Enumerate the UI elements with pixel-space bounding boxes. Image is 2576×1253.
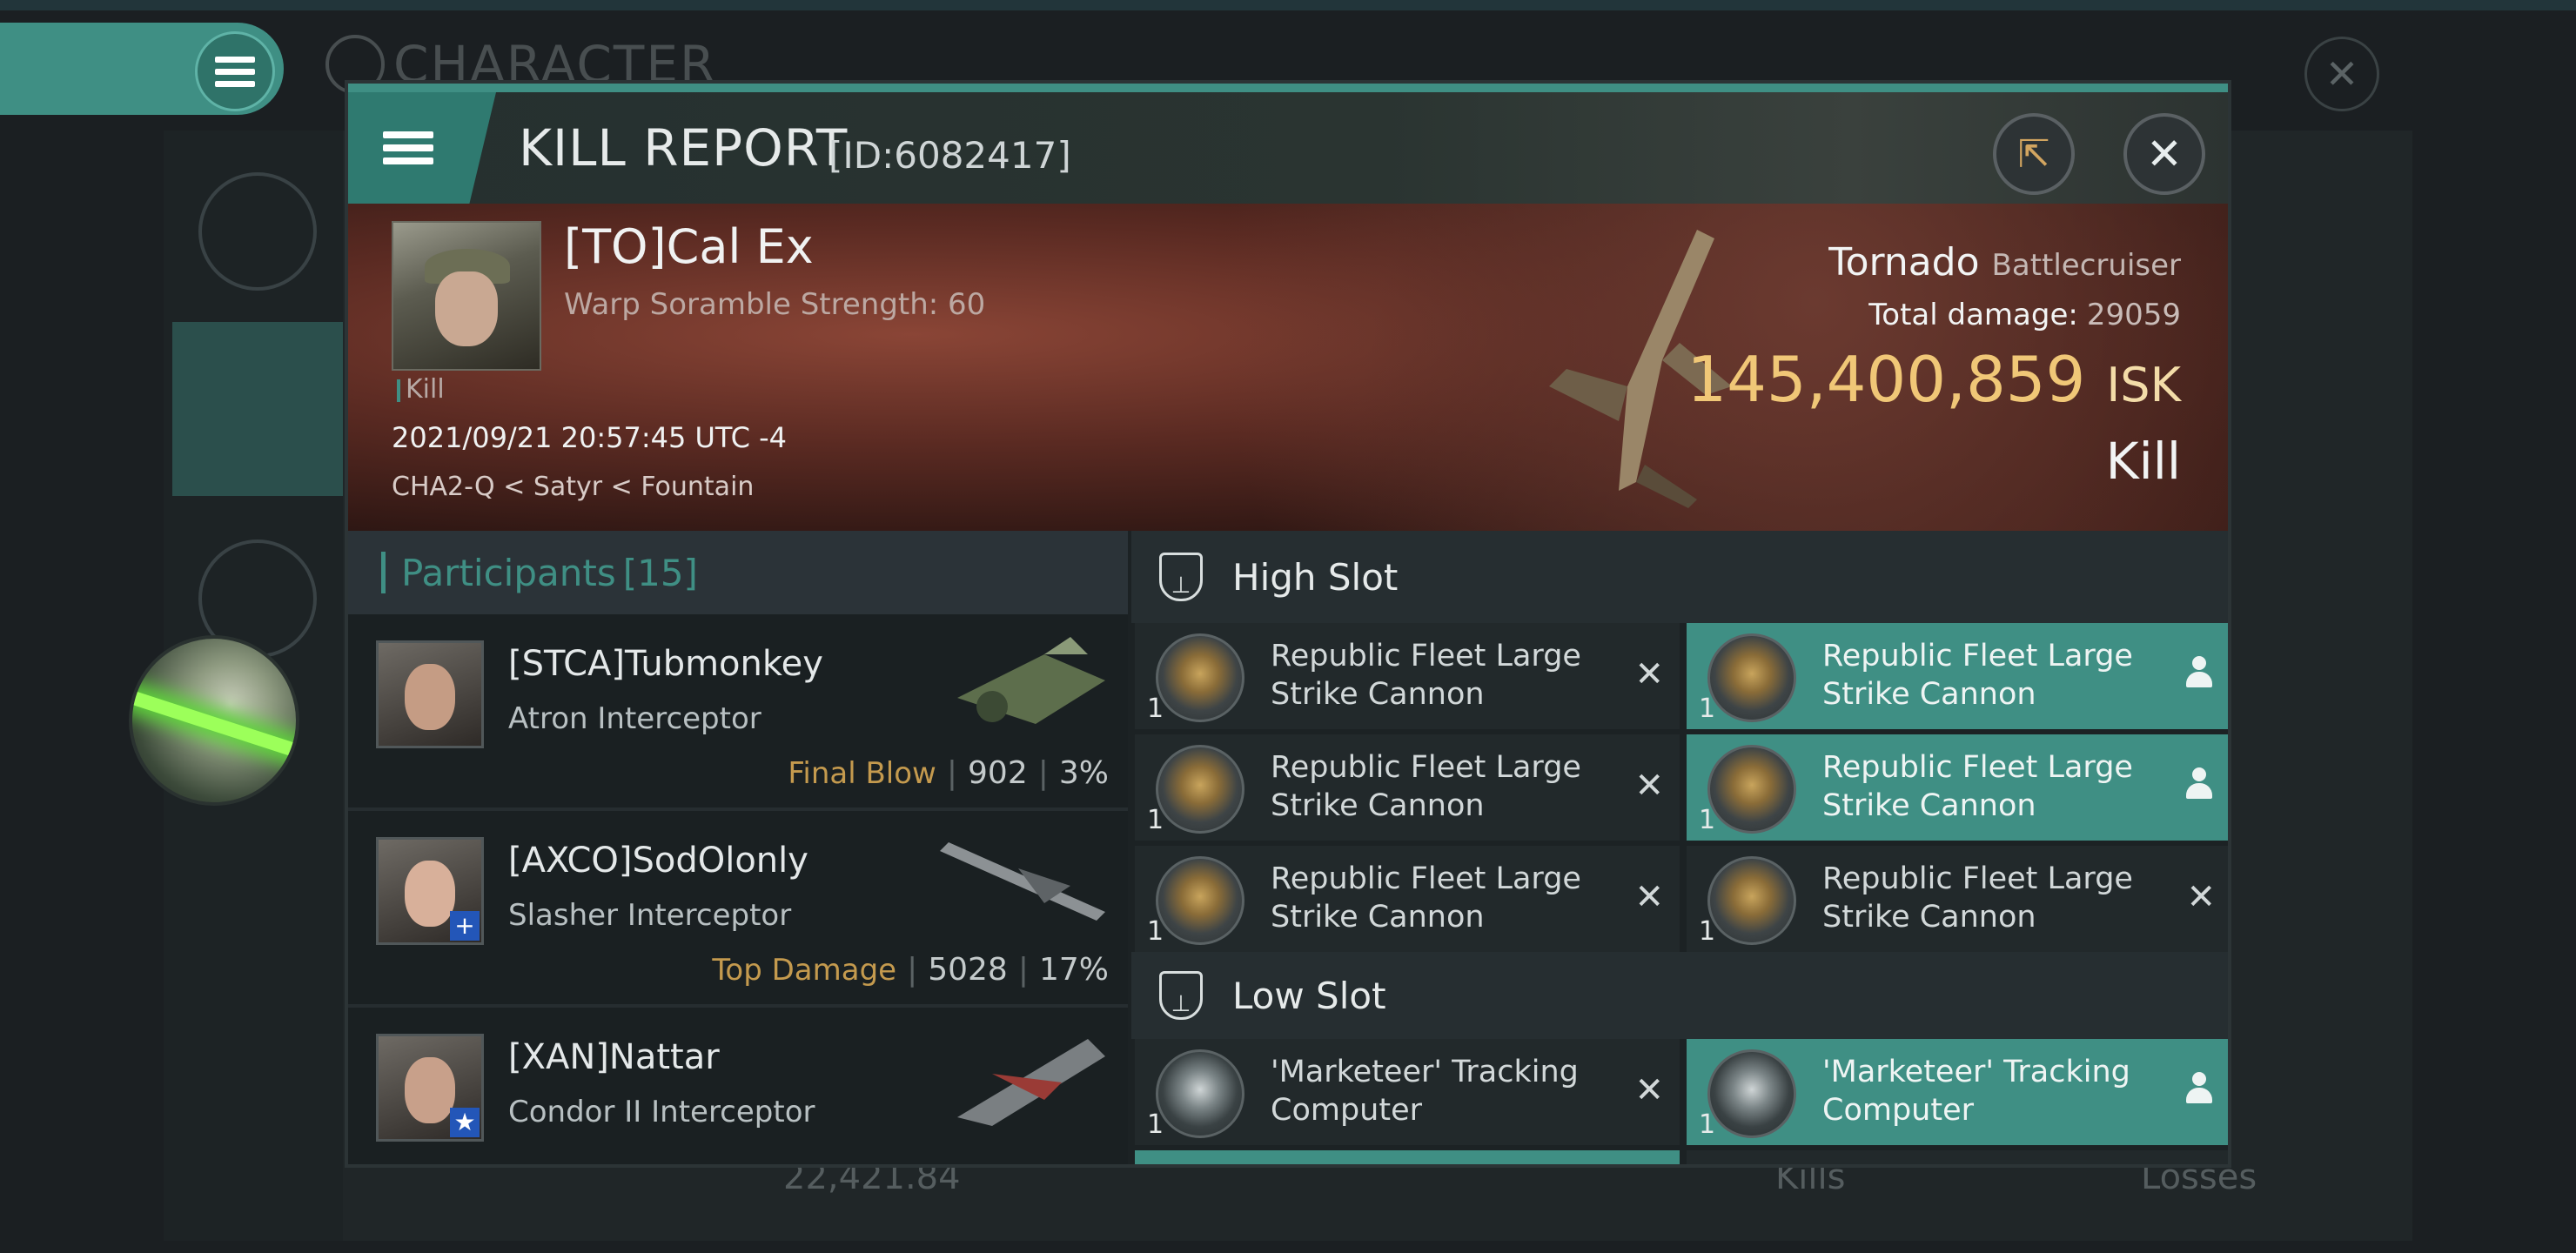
main-menu-button[interactable] [0, 23, 284, 115]
module-icon [1156, 856, 1244, 945]
modal-header: KILL REPORT [ID:6082417] ⇱ ✕ [348, 92, 2228, 204]
kill-time: 2021/09/21 20:57:45 UTC -4 [392, 421, 788, 454]
share-icon[interactable]: ⇱ [1993, 113, 2075, 195]
modal-title: KILL REPORT [519, 118, 849, 178]
fitting-panel: ⊥ High Slot 1 Republic Fleet Large Strike… [1131, 531, 2228, 1164]
corp-badge-icon: ★ [450, 1108, 480, 1137]
participant-ship-image [957, 637, 1105, 724]
victim-subtitle: Warp Soramble Strength: 60 [564, 287, 986, 322]
kill-result: Kill [2105, 432, 2181, 491]
victim-name[interactable]: [TO]Cal Ex [564, 219, 814, 274]
module-icon [1156, 745, 1244, 834]
module-slot[interactable]: 1 Republic Fleet Large Strike Cannon ✕ [1135, 846, 1680, 952]
participant-portrait[interactable]: ★ [376, 1034, 484, 1142]
participant-ship-image [940, 842, 1105, 921]
module-icon [1707, 856, 1796, 945]
sidebar-item-killmails[interactable] [172, 322, 343, 496]
module-icon [1707, 1049, 1796, 1138]
participant-row[interactable]: ★ [XAN]Nattar Condor II Interceptor [348, 1008, 1128, 1164]
chat-avatar[interactable] [129, 635, 299, 806]
module-slot[interactable]: 1 Republic Fleet Large Strike Cannon [1687, 734, 2228, 841]
kill-tag: Kill [397, 374, 445, 405]
module-slot[interactable]: 1 'Marketeer' Tracking Computer ✕ [1135, 1039, 1680, 1145]
module-icon [1707, 633, 1796, 722]
total-damage: Total damage: 29059 [1868, 298, 2181, 332]
corp-badge-icon: + [450, 911, 480, 941]
module-icon [1156, 1049, 1244, 1138]
kill-report-modal: KILL REPORT [ID:6082417] ⇱ ✕ [TO]Cal Ex … [345, 80, 2231, 1168]
victim-ship: Tornado Battlecruiser [1828, 240, 2181, 285]
close-icon[interactable]: ✕ [2123, 113, 2205, 195]
participant-stats: Top Damage | 5028 | 17% [712, 952, 1109, 988]
module-slot[interactable] [1135, 1150, 1680, 1164]
participant-portrait[interactable]: + [376, 837, 484, 945]
participant-ship-image [957, 1039, 1105, 1126]
dropped-icon [2186, 656, 2212, 691]
participant-row[interactable]: [STCA]Tubmonkey Atron Interceptor Final … [348, 614, 1128, 811]
destroyed-icon: ✕ [1634, 654, 1664, 694]
module-icon [1707, 745, 1796, 834]
destroyed-icon: ✕ [2186, 877, 2216, 917]
destroyed-icon: ✕ [1634, 1070, 1664, 1110]
background-close-icon[interactable]: ✕ [2304, 37, 2379, 111]
low-slot-header: ⊥ Low Slot [1131, 952, 2228, 1039]
low-slot-icon: ⊥ [1159, 971, 1203, 1020]
module-slot[interactable]: 1 Republic Fleet Large Strike Cannon ✕ [1135, 623, 1680, 729]
module-slot[interactable]: 1 Republic Fleet Large Strike Cannon ✕ [1687, 846, 2228, 952]
kill-banner: [TO]Cal Ex Warp Soramble Strength: 60 Ki… [348, 204, 2228, 531]
sidebar-list-icon[interactable] [198, 172, 317, 291]
modal-menu-icon[interactable] [348, 92, 496, 204]
destroyed-icon: ✕ [1634, 877, 1664, 917]
kill-id[interactable]: [ID:6082417] [828, 134, 1071, 177]
high-slot-icon: ⊥ [1159, 553, 1203, 601]
main-menu-icon[interactable] [195, 31, 275, 111]
participant-portrait[interactable] [376, 640, 484, 748]
module-icon [1156, 633, 1244, 722]
dropped-icon [2186, 767, 2212, 802]
kill-location[interactable]: CHA2-Q < Satyr < Fountain [392, 472, 754, 502]
participants-header[interactable]: Participants [15] [348, 531, 1128, 614]
participants-panel: Participants [15] [STCA]Tubmonkey Atron I… [348, 531, 1128, 1164]
high-slot-header: ⊥ High Slot [1131, 531, 2228, 623]
module-slot[interactable]: 1 Republic Fleet Large Strike Cannon [1687, 623, 2228, 729]
isk-value: 145,400,859 ISK [1687, 343, 2181, 416]
victim-portrait[interactable] [392, 221, 541, 371]
destroyed-icon: ✕ [1634, 766, 1664, 806]
module-slot[interactable]: 1 'Marketeer' Tracking Computer [1687, 1039, 2228, 1145]
module-slot[interactable] [1687, 1150, 2228, 1164]
participant-row[interactable]: + [AXCO]SodOlonly Slasher Interceptor To… [348, 811, 1128, 1008]
dropped-icon [2186, 1072, 2212, 1107]
top-strip [0, 0, 2576, 10]
participant-stats: Final Blow | 902 | 3% [788, 755, 1109, 791]
module-slot[interactable]: 1 Republic Fleet Large Strike Cannon ✕ [1135, 734, 1680, 841]
